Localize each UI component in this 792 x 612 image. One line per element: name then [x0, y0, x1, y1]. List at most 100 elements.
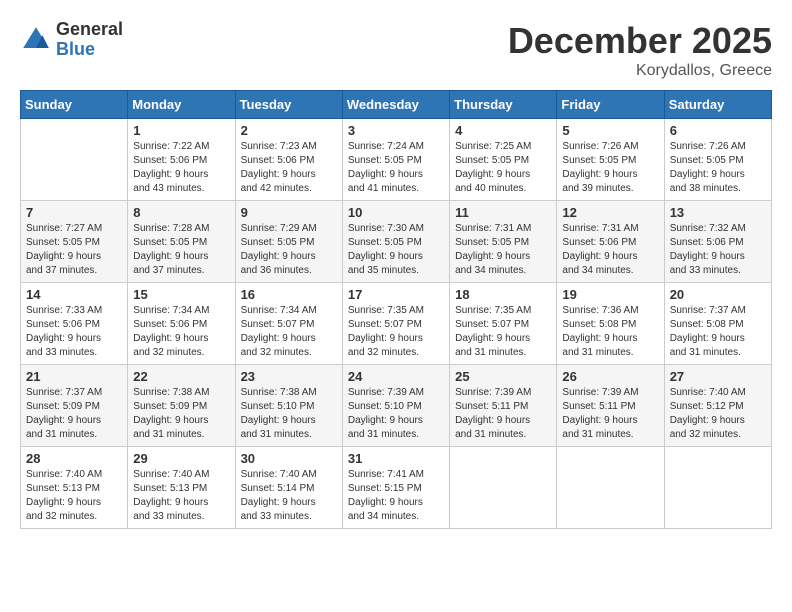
calendar-cell: 19 Sunrise: 7:36 AM Sunset: 5:08 PM Dayli… [557, 283, 664, 365]
calendar-cell: 2 Sunrise: 7:23 AM Sunset: 5:06 PM Daylig… [235, 119, 342, 201]
day-info: Sunrise: 7:34 AM Sunset: 5:07 PM Dayligh… [241, 304, 337, 360]
calendar-cell: 30 Sunrise: 7:40 AM Sunset: 5:14 PM Dayli… [235, 447, 342, 529]
day-number: 31 [348, 451, 444, 466]
day-info: Sunrise: 7:38 AM Sunset: 5:09 PM Dayligh… [133, 386, 229, 442]
calendar-cell: 4Sunrise: 7:25 AM Sunset: 5:05 PM Daylig… [450, 119, 557, 201]
day-number: 16 [241, 287, 337, 302]
day-number: 29 [133, 451, 229, 466]
calendar-cell: 26 Sunrise: 7:39 AM Sunset: 5:11 PM Dayli… [557, 365, 664, 447]
page-header: General Blue December 2025 Korydallos, G… [20, 20, 772, 80]
calendar-cell: 16 Sunrise: 7:34 AM Sunset: 5:07 PM Dayli… [235, 283, 342, 365]
day-number: 2 [241, 123, 337, 138]
day-info: Sunrise: 7:23 AM Sunset: 5:06 PM Dayligh… [241, 140, 337, 196]
day-info: Sunrise: 7:36 AM Sunset: 5:08 PM Dayligh… [562, 304, 658, 360]
calendar-header-monday: Monday [128, 91, 235, 119]
location-title: Korydallos, Greece [508, 62, 772, 80]
day-number: 11 [455, 205, 551, 220]
calendar-cell [664, 447, 771, 529]
day-number: 18 [455, 287, 551, 302]
calendar-cell: 28 Sunrise: 7:40 AM Sunset: 5:13 PM Dayli… [21, 447, 128, 529]
day-info: Sunrise: 7:41 AM Sunset: 5:15 PM Dayligh… [348, 468, 444, 524]
day-number: 24 [348, 369, 444, 384]
day-number: 7 [26, 205, 122, 220]
day-info: Sunrise: 7:40 AM Sunset: 5:13 PM Dayligh… [26, 468, 122, 524]
day-info: Sunrise: 7:29 AM Sunset: 5:05 PM Dayligh… [241, 222, 337, 278]
calendar-cell: 22 Sunrise: 7:38 AM Sunset: 5:09 PM Dayli… [128, 365, 235, 447]
logo-icon [20, 24, 52, 56]
day-number: 6 [670, 123, 766, 138]
calendar-cell: 27Sunrise: 7:40 AM Sunset: 5:12 PM Dayli… [664, 365, 771, 447]
day-number: 28 [26, 451, 122, 466]
calendar-header-wednesday: Wednesday [342, 91, 449, 119]
calendar-cell: 15 Sunrise: 7:34 AM Sunset: 5:06 PM Dayli… [128, 283, 235, 365]
logo: General Blue [20, 20, 123, 60]
calendar-cell [557, 447, 664, 529]
day-number: 13 [670, 205, 766, 220]
day-number: 26 [562, 369, 658, 384]
day-info: Sunrise: 7:27 AM Sunset: 5:05 PM Dayligh… [26, 222, 122, 278]
calendar-cell: 3Sunrise: 7:24 AM Sunset: 5:05 PM Daylig… [342, 119, 449, 201]
calendar-cell: 20Sunrise: 7:37 AM Sunset: 5:08 PM Dayli… [664, 283, 771, 365]
day-info: Sunrise: 7:32 AM Sunset: 5:06 PM Dayligh… [670, 222, 766, 278]
calendar-cell: 9 Sunrise: 7:29 AM Sunset: 5:05 PM Daylig… [235, 201, 342, 283]
calendar-cell [21, 119, 128, 201]
calendar-header-sunday: Sunday [21, 91, 128, 119]
day-number: 1 [133, 123, 229, 138]
day-info: Sunrise: 7:22 AM Sunset: 5:06 PM Dayligh… [133, 140, 229, 196]
calendar-cell: 6Sunrise: 7:26 AM Sunset: 5:05 PM Daylig… [664, 119, 771, 201]
day-number: 27 [670, 369, 766, 384]
day-info: Sunrise: 7:39 AM Sunset: 5:11 PM Dayligh… [455, 386, 551, 442]
day-number: 9 [241, 205, 337, 220]
calendar-header-thursday: Thursday [450, 91, 557, 119]
calendar-header-saturday: Saturday [664, 91, 771, 119]
day-info: Sunrise: 7:38 AM Sunset: 5:10 PM Dayligh… [241, 386, 337, 442]
calendar-week-row: 7 Sunrise: 7:27 AM Sunset: 5:05 PM Daylig… [21, 201, 772, 283]
calendar-cell: 13 Sunrise: 7:32 AM Sunset: 5:06 PM Dayli… [664, 201, 771, 283]
day-info: Sunrise: 7:40 AM Sunset: 5:13 PM Dayligh… [133, 468, 229, 524]
calendar-cell [450, 447, 557, 529]
calendar-cell: 1 Sunrise: 7:22 AM Sunset: 5:06 PM Daylig… [128, 119, 235, 201]
day-number: 20 [670, 287, 766, 302]
calendar-cell: 21Sunrise: 7:37 AM Sunset: 5:09 PM Dayli… [21, 365, 128, 447]
calendar-table: SundayMondayTuesdayWednesdayThursdayFrid… [20, 90, 772, 529]
calendar-cell: 11 Sunrise: 7:31 AM Sunset: 5:05 PM Dayli… [450, 201, 557, 283]
day-number: 25 [455, 369, 551, 384]
day-info: Sunrise: 7:40 AM Sunset: 5:14 PM Dayligh… [241, 468, 337, 524]
day-info: Sunrise: 7:35 AM Sunset: 5:07 PM Dayligh… [348, 304, 444, 360]
day-info: Sunrise: 7:35 AM Sunset: 5:07 PM Dayligh… [455, 304, 551, 360]
day-info: Sunrise: 7:25 AM Sunset: 5:05 PM Dayligh… [455, 140, 551, 196]
day-info: Sunrise: 7:26 AM Sunset: 5:05 PM Dayligh… [562, 140, 658, 196]
day-number: 17 [348, 287, 444, 302]
calendar-cell: 12Sunrise: 7:31 AM Sunset: 5:06 PM Dayli… [557, 201, 664, 283]
day-number: 30 [241, 451, 337, 466]
day-number: 22 [133, 369, 229, 384]
day-number: 15 [133, 287, 229, 302]
calendar-week-row: 1 Sunrise: 7:22 AM Sunset: 5:06 PM Daylig… [21, 119, 772, 201]
day-number: 23 [241, 369, 337, 384]
calendar-cell: 8Sunrise: 7:28 AM Sunset: 5:05 PM Daylig… [128, 201, 235, 283]
calendar-cell: 17 Sunrise: 7:35 AM Sunset: 5:07 PM Dayli… [342, 283, 449, 365]
calendar-cell: 25 Sunrise: 7:39 AM Sunset: 5:11 PM Dayli… [450, 365, 557, 447]
day-number: 3 [348, 123, 444, 138]
day-number: 21 [26, 369, 122, 384]
day-info: Sunrise: 7:39 AM Sunset: 5:10 PM Dayligh… [348, 386, 444, 442]
month-title: December 2025 [508, 20, 772, 62]
day-info: Sunrise: 7:33 AM Sunset: 5:06 PM Dayligh… [26, 304, 122, 360]
calendar-header-row: SundayMondayTuesdayWednesdayThursdayFrid… [21, 91, 772, 119]
calendar-cell: 24 Sunrise: 7:39 AM Sunset: 5:10 PM Dayli… [342, 365, 449, 447]
day-number: 14 [26, 287, 122, 302]
calendar-header-friday: Friday [557, 91, 664, 119]
calendar-week-row: 21Sunrise: 7:37 AM Sunset: 5:09 PM Dayli… [21, 365, 772, 447]
day-info: Sunrise: 7:30 AM Sunset: 5:05 PM Dayligh… [348, 222, 444, 278]
calendar-cell: 31 Sunrise: 7:41 AM Sunset: 5:15 PM Dayli… [342, 447, 449, 529]
calendar-cell: 18 Sunrise: 7:35 AM Sunset: 5:07 PM Dayli… [450, 283, 557, 365]
day-info: Sunrise: 7:34 AM Sunset: 5:06 PM Dayligh… [133, 304, 229, 360]
day-number: 19 [562, 287, 658, 302]
day-info: Sunrise: 7:39 AM Sunset: 5:11 PM Dayligh… [562, 386, 658, 442]
calendar-cell: 29 Sunrise: 7:40 AM Sunset: 5:13 PM Dayli… [128, 447, 235, 529]
day-info: Sunrise: 7:31 AM Sunset: 5:05 PM Dayligh… [455, 222, 551, 278]
calendar-cell: 10Sunrise: 7:30 AM Sunset: 5:05 PM Dayli… [342, 201, 449, 283]
logo-text-blue: Blue [56, 40, 123, 60]
calendar-cell: 23 Sunrise: 7:38 AM Sunset: 5:10 PM Dayli… [235, 365, 342, 447]
day-number: 8 [133, 205, 229, 220]
